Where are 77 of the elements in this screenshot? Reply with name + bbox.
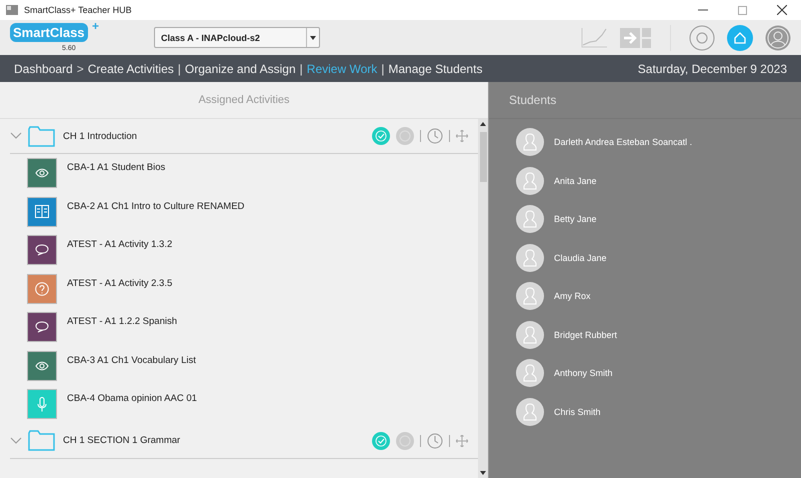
- maximize-icon[interactable]: [738, 6, 747, 14]
- avatar-icon: [516, 128, 544, 156]
- refresh-icon[interactable]: [689, 24, 715, 50]
- activity-thumbnail[interactable]: [27, 350, 57, 380]
- date-label: Saturday, December 9 2023: [638, 62, 787, 76]
- activity-thumbnail[interactable]: [27, 158, 57, 188]
- avatar-icon: [516, 244, 544, 272]
- scroll-up-icon[interactable]: [480, 122, 486, 126]
- student-name[interactable]: Anthony Smith: [554, 368, 613, 378]
- group-title: CH 1 Introduction: [63, 130, 138, 142]
- question-icon: [35, 282, 49, 296]
- activity-thumbnail[interactable]: [27, 274, 57, 304]
- activity-thumbnail[interactable]: [27, 235, 57, 265]
- activity-thumbnail[interactable]: [27, 389, 57, 419]
- nav-separator: |: [178, 62, 181, 76]
- nav-link[interactable]: Manage Students: [388, 62, 482, 76]
- clock-icon[interactable]: [427, 432, 443, 448]
- activity-thumbnail[interactable]: [27, 312, 57, 342]
- nav-link[interactable]: Organize and Assign: [184, 62, 296, 76]
- check-icon[interactable]: [372, 432, 390, 450]
- activity-name[interactable]: ATEST - A1 1.2.2 Spanish: [67, 316, 178, 327]
- window-title: SmartClass+ Teacher HUB: [24, 5, 132, 15]
- home-icon[interactable]: [727, 24, 753, 50]
- speech-bubble-icon: [35, 321, 49, 333]
- microphone-icon: [37, 396, 47, 412]
- nav-link[interactable]: Create Activities: [88, 62, 174, 76]
- student-name[interactable]: Chris Smith: [554, 406, 601, 417]
- close-icon[interactable]: [777, 5, 787, 15]
- eye-icon: [35, 360, 49, 370]
- check-icon[interactable]: [372, 127, 390, 145]
- chevron-icon[interactable]: [10, 132, 22, 140]
- eye-icon: [35, 168, 49, 178]
- student-name[interactable]: Anita Jane: [554, 176, 597, 186]
- user-icon[interactable]: [765, 24, 791, 50]
- scroll-down-icon[interactable]: [480, 471, 486, 475]
- chevron-icon[interactable]: [10, 436, 22, 444]
- nav-link[interactable]: Review Work: [306, 62, 378, 76]
- nav-separator: >: [76, 62, 84, 76]
- activity-thumbnail[interactable]: [27, 196, 57, 226]
- panel-title: Students: [489, 82, 801, 119]
- avatar-icon: [516, 205, 544, 234]
- chart-icon[interactable]: [580, 26, 608, 48]
- avatar-icon: [516, 398, 544, 426]
- student-name[interactable]: Claudia Jane: [554, 252, 607, 263]
- book-icon: [35, 205, 49, 218]
- panel-title: Assigned Activities: [0, 82, 488, 119]
- target-icon[interactable]: [396, 432, 414, 450]
- nav-separator: |: [381, 62, 384, 76]
- group-title: CH 1 SECTION 1 Grammar: [63, 435, 182, 446]
- activity-name[interactable]: ATEST - A1 Activity 1.3.2: [67, 239, 172, 250]
- nav-separator: |: [300, 62, 303, 76]
- move-icon[interactable]: [456, 434, 468, 446]
- nav-link[interactable]: Dashboard: [14, 62, 73, 76]
- avatar-icon: [516, 359, 544, 388]
- activity-name[interactable]: ATEST - A1 Activity 2.3.5: [67, 278, 172, 288]
- clock-icon[interactable]: [427, 128, 443, 144]
- student-name[interactable]: Bridget Rubbert: [554, 330, 618, 340]
- export-icon[interactable]: [620, 26, 652, 48]
- speech-bubble-icon: [35, 244, 49, 256]
- folder-icon: [28, 430, 55, 451]
- activity-name[interactable]: CBA-3 A1 Ch1 Vocabulary List: [67, 354, 196, 366]
- scrollbar[interactable]: [478, 119, 488, 478]
- move-icon[interactable]: [456, 130, 468, 142]
- student-name[interactable]: Betty Jane: [554, 214, 597, 224]
- student-name[interactable]: Darleth Andrea Esteban Soancatl .: [554, 137, 692, 148]
- activity-name[interactable]: CBA-2 A1 Ch1 Intro to Culture RENAMED: [67, 200, 244, 212]
- avatar-icon: [516, 282, 544, 310]
- student-name[interactable]: Amy Rox: [554, 291, 591, 302]
- activity-name[interactable]: CBA-1 A1 Student Bios: [67, 162, 166, 173]
- class-dropdown[interactable]: Class A - INAPcloud-s2: [154, 27, 320, 48]
- avatar-icon: [516, 320, 544, 349]
- target-icon[interactable]: [396, 127, 414, 145]
- activity-name[interactable]: CBA-4 Obama opinion AAC 01: [67, 393, 197, 404]
- folder-icon: [28, 126, 55, 146]
- avatar-icon: [516, 166, 544, 195]
- caret-icon: [310, 36, 316, 40]
- app-icon: [6, 5, 18, 15]
